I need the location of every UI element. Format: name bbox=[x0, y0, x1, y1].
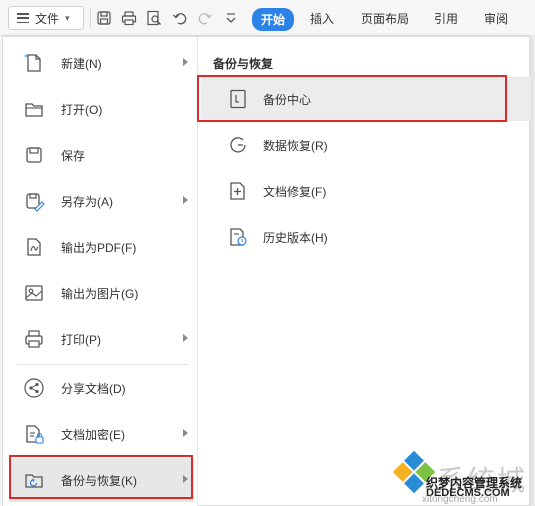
menu-item-label: 分享文档(D) bbox=[61, 381, 126, 396]
pdf-export-icon bbox=[27, 238, 41, 256]
watermark-text: xitongcheng.com bbox=[422, 494, 498, 505]
menu-item-share[interactable]: 分享文档(D) bbox=[9, 366, 194, 410]
menu-item-print[interactable]: 打印(P) bbox=[9, 317, 194, 361]
file-menu-panel: * 新建(N) 打开(O) 保存 另存为(A) 输出为PDF(F) 输出为图片(… bbox=[2, 36, 531, 506]
submenu-item-label: 历史版本(H) bbox=[263, 230, 328, 245]
submenu-arrow-icon bbox=[183, 196, 188, 204]
tab-page-layout[interactable]: 页面布局 bbox=[361, 10, 409, 27]
menu-item-label: 打开(O) bbox=[61, 102, 103, 117]
menu-item-new[interactable]: * 新建(N) bbox=[9, 41, 194, 85]
menu-item-label: 输出为PDF(F) bbox=[61, 240, 137, 255]
file-menu-label: 文件 bbox=[35, 11, 60, 26]
image-export-icon bbox=[25, 285, 43, 301]
svg-text:*: * bbox=[24, 53, 28, 62]
encrypt-document-icon bbox=[26, 425, 44, 444]
toolbar-divider bbox=[90, 9, 91, 27]
menu-item-backup-restore[interactable]: 备份与恢复(K) bbox=[9, 458, 194, 502]
submenu-title: 备份与恢复 bbox=[213, 57, 274, 71]
redo-icon[interactable] bbox=[197, 10, 213, 26]
menu-item-label: 文档加密(E) bbox=[61, 427, 125, 442]
menu-item-save-as[interactable]: 另存为(A) bbox=[9, 179, 194, 223]
menu-item-export-pdf[interactable]: 输出为PDF(F) bbox=[9, 225, 194, 269]
menu-item-label: 保存 bbox=[61, 148, 86, 163]
document-repair-icon bbox=[230, 182, 245, 200]
hamburger-icon bbox=[17, 13, 29, 23]
submenu-item-label: 数据恢复(R) bbox=[263, 138, 328, 153]
new-document-icon: * bbox=[24, 53, 41, 72]
menu-item-label: 输出为图片(G) bbox=[61, 286, 139, 301]
submenu-item-data-recovery[interactable]: 数据恢复(R) bbox=[201, 123, 531, 167]
submenu-item-label: 文档修复(F) bbox=[263, 184, 327, 199]
folder-icon bbox=[25, 103, 43, 117]
tab-references[interactable]: 引用 bbox=[434, 10, 458, 27]
data-recovery-icon bbox=[230, 137, 246, 153]
customize-toolbar-icon[interactable] bbox=[223, 10, 239, 26]
top-toolbar: 文件 ▾ 开始 插入 页面布局 引用 审阅 bbox=[0, 0, 535, 36]
save-as-icon bbox=[26, 193, 45, 212]
menu-item-label: 另存为(A) bbox=[61, 194, 113, 209]
backup-center-icon bbox=[230, 89, 246, 109]
submenu-item-backup-center[interactable]: 备份中心 bbox=[201, 77, 531, 121]
save-icon bbox=[26, 147, 42, 163]
tab-review[interactable]: 审阅 bbox=[484, 10, 508, 27]
menu-divider bbox=[17, 364, 189, 365]
menu-item-open[interactable]: 打开(O) bbox=[9, 87, 194, 131]
submenu-arrow-icon bbox=[183, 429, 188, 437]
tab-insert[interactable]: 插入 bbox=[310, 10, 334, 27]
menu-item-save[interactable]: 保存 bbox=[9, 133, 194, 177]
menu-item-export-image[interactable]: 输出为图片(G) bbox=[9, 271, 194, 315]
submenu-item-document-repair[interactable]: 文档修复(F) bbox=[201, 169, 531, 213]
submenu-arrow-icon bbox=[183, 334, 188, 342]
save-icon[interactable] bbox=[96, 10, 112, 26]
submenu-arrow-icon bbox=[183, 475, 188, 483]
file-menu-list: * 新建(N) 打开(O) 保存 另存为(A) 输出为PDF(F) 输出为图片(… bbox=[3, 37, 198, 506]
menu-item-encrypt[interactable]: 文档加密(E) bbox=[9, 412, 194, 456]
submenu-item-label: 备份中心 bbox=[263, 92, 312, 107]
tab-home[interactable]: 开始 bbox=[252, 8, 295, 31]
share-icon bbox=[24, 378, 44, 398]
printer-icon bbox=[25, 330, 43, 348]
undo-icon[interactable] bbox=[172, 10, 188, 26]
chevron-down-icon: ▾ bbox=[65, 12, 70, 23]
history-version-icon bbox=[230, 228, 247, 246]
submenu-arrow-icon bbox=[183, 58, 188, 66]
file-menu-button[interactable]: 文件 ▾ bbox=[8, 6, 84, 30]
menu-item-label: 备份与恢复(K) bbox=[61, 473, 137, 488]
backup-restore-icon bbox=[25, 474, 43, 488]
submenu-item-history-version[interactable]: 历史版本(H) bbox=[201, 215, 531, 259]
print-preview-icon[interactable] bbox=[146, 10, 162, 26]
menu-item-label: 打印(P) bbox=[61, 332, 101, 347]
print-icon[interactable] bbox=[121, 10, 137, 26]
menu-item-label: 新建(N) bbox=[61, 56, 102, 71]
